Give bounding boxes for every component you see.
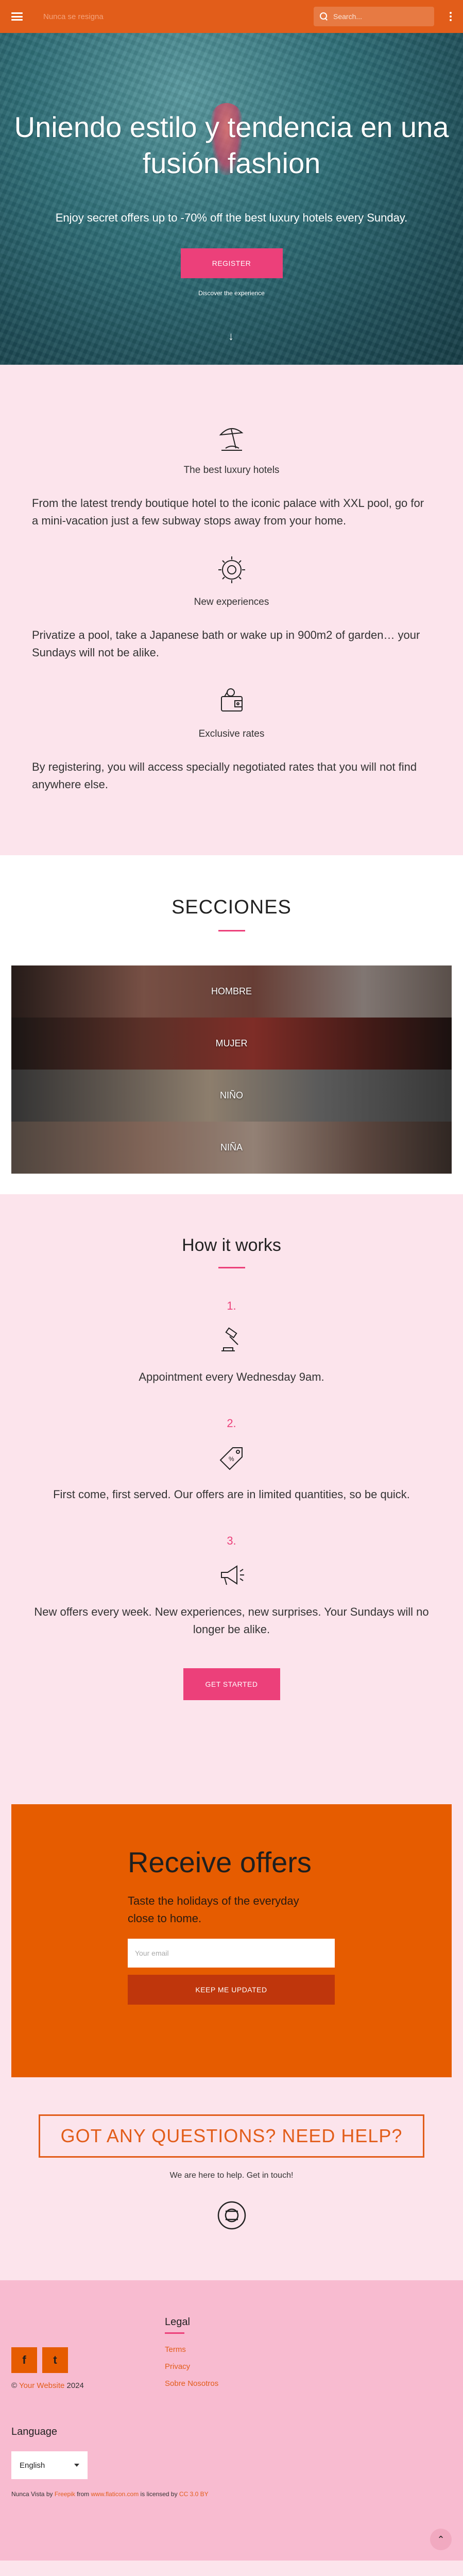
feature-title: The best luxury hotels [183, 465, 280, 476]
language-select[interactable]: English [11, 2451, 88, 2479]
more-options-icon[interactable] [450, 12, 452, 21]
keep-updated-button[interactable]: KEEP ME UPDATED [128, 1975, 335, 2005]
hamburger-menu-icon[interactable] [11, 12, 23, 21]
category-label: NIÑO [220, 1090, 243, 1100]
feature-item: The best luxury hotels From the latest t… [32, 421, 431, 530]
email-field[interactable] [128, 1939, 335, 1968]
category-tile-nino[interactable]: NIÑO [11, 1070, 452, 1122]
step-item: 1. Appointment every Wednesday 9am. [31, 1299, 432, 1386]
step-number: 3. [227, 1534, 236, 1547]
feature-text: By registering, you will access speciall… [32, 760, 417, 791]
step-number: 1. [227, 1299, 236, 1312]
how-title: How it works [182, 1235, 281, 1255]
search-input[interactable] [333, 12, 421, 21]
credits-part: is licensed by [139, 2490, 179, 2498]
feature-item: New experiences Privatize a pool, take a… [32, 553, 431, 662]
category-label: MUJER [215, 1038, 248, 1048]
features-section: The best luxury hotels From the latest t… [0, 365, 463, 855]
search-box[interactable] [314, 7, 434, 26]
offers-title: Receive offers [128, 1846, 312, 1878]
freepik-link[interactable]: Freepik [55, 2490, 75, 2498]
wallet-icon [220, 688, 243, 711]
social-links: f t [11, 2347, 452, 2373]
license-link[interactable]: CC 3.0 BY [179, 2490, 209, 2498]
copyright-year: 2024 [64, 2381, 84, 2390]
step-text: Appointment every Wednesday 9am. [139, 1370, 324, 1383]
legal-title: Legal [165, 2316, 190, 2328]
feature-title: New experiences [194, 597, 269, 607]
twitter-icon[interactable]: t [42, 2347, 68, 2373]
offers-subtitle: Taste the holidays of the everyday close… [128, 1894, 299, 1925]
language-block: Language English [11, 2426, 452, 2479]
how-it-works-section: How it works 1. Appointment every Wednes… [0, 1194, 463, 1757]
help-section: GOT ANY QUESTIONS? NEED HELP? We are her… [0, 2077, 463, 2280]
legal-column: Legal Terms Privacy Sobre Nosotros [165, 2316, 218, 2396]
category-tile-nina[interactable]: NIÑA [11, 1122, 452, 1174]
search-icon [320, 12, 328, 21]
facebook-icon[interactable]: f [11, 2347, 37, 2373]
step-text: First come, first served. Our offers are… [53, 1488, 410, 1501]
price-tag-icon: % [219, 1447, 243, 1470]
step-item: 2. % First come, first served. Our offer… [31, 1417, 432, 1503]
feature-item: Exclusive rates By registering, you will… [32, 685, 431, 793]
flaticon-link[interactable]: www.flaticon.com [91, 2490, 139, 2498]
hero-lead: Enjoy secret offers up to -70% off the b… [55, 211, 408, 224]
svg-text:%: % [229, 1455, 234, 1463]
discover-link[interactable]: Discover the experience [0, 290, 463, 297]
copyright-link[interactable]: Your Website [19, 2381, 64, 2390]
hero-banner: Uniendo estilo y tendencia en una fusión… [0, 0, 463, 365]
privacy-link[interactable]: Privacy [165, 2362, 190, 2371]
brand-title[interactable]: Nunca se resigna [43, 12, 104, 21]
copyright-prefix: © [11, 2381, 19, 2390]
credits-part: from [75, 2490, 91, 2498]
step-number: 2. [227, 1417, 236, 1430]
terms-link[interactable]: Terms [165, 2345, 186, 2354]
category-tiles: HOMBRE MUJER NIÑO NIÑA [11, 965, 452, 1174]
chevron-down-icon [74, 2464, 79, 2467]
credits-part: Nunca Vista by [11, 2490, 55, 2498]
help-text: We are here to help. Get in touch! [169, 2171, 294, 2180]
beach-umbrella-icon [219, 428, 244, 451]
megaphone-icon [220, 1565, 244, 1585]
sections-block: SECCIONES HOMBRE MUJER NIÑO NIÑA [0, 855, 463, 1194]
credits-text: Nunca Vista by Freepik from www.flaticon… [11, 2490, 452, 2498]
feature-text: Privatize a pool, take a Japanese bath o… [32, 629, 420, 659]
step-text: New offers every week. New experiences, … [34, 1605, 429, 1636]
language-value: English [20, 2461, 45, 2470]
title-divider [218, 930, 245, 931]
legal-divider [165, 2332, 184, 2334]
offers-card: Receive offers Taste the holidays of the… [11, 1804, 452, 2077]
feature-text: From the latest trendy boutique hotel to… [32, 497, 424, 527]
back-to-top-icon[interactable]: ⌃ [430, 2529, 452, 2550]
category-tile-mujer[interactable]: MUJER [11, 1018, 452, 1070]
hero-title: Uniendo estilo y tendencia en una fusión… [14, 111, 449, 179]
step-item: 3. New offers every week. New experience… [31, 1534, 432, 1638]
sections-title: SECCIONES [172, 896, 291, 918]
get-started-button[interactable]: GET STARTED [183, 1668, 280, 1700]
scroll-down-icon[interactable]: ↓ [228, 330, 234, 343]
offers-wrapper: Receive offers Taste the holidays of the… [0, 1757, 463, 2077]
feature-title: Exclusive rates [198, 728, 265, 739]
register-button[interactable]: REGISTER [180, 248, 283, 278]
help-heading[interactable]: GOT ANY QUESTIONS? NEED HELP? [38, 2114, 425, 2158]
category-label: HOMBRE [211, 986, 252, 996]
title-divider [218, 1267, 245, 1268]
category-label: NIÑA [220, 1142, 243, 1153]
category-tile-hombre[interactable]: HOMBRE [11, 965, 452, 1018]
language-title: Language [11, 2426, 57, 2437]
about-link[interactable]: Sobre Nosotros [165, 2379, 218, 2388]
copyright: © Your Website 2024 [11, 2381, 452, 2390]
top-app-bar: Nunca se resigna [0, 0, 463, 33]
lifebuoy-icon[interactable] [215, 2199, 248, 2232]
site-footer: f t © Your Website 2024 Legal Terms Priv… [0, 2280, 463, 2561]
sun-badge-icon [218, 556, 245, 583]
gavel-icon [221, 1327, 238, 1351]
